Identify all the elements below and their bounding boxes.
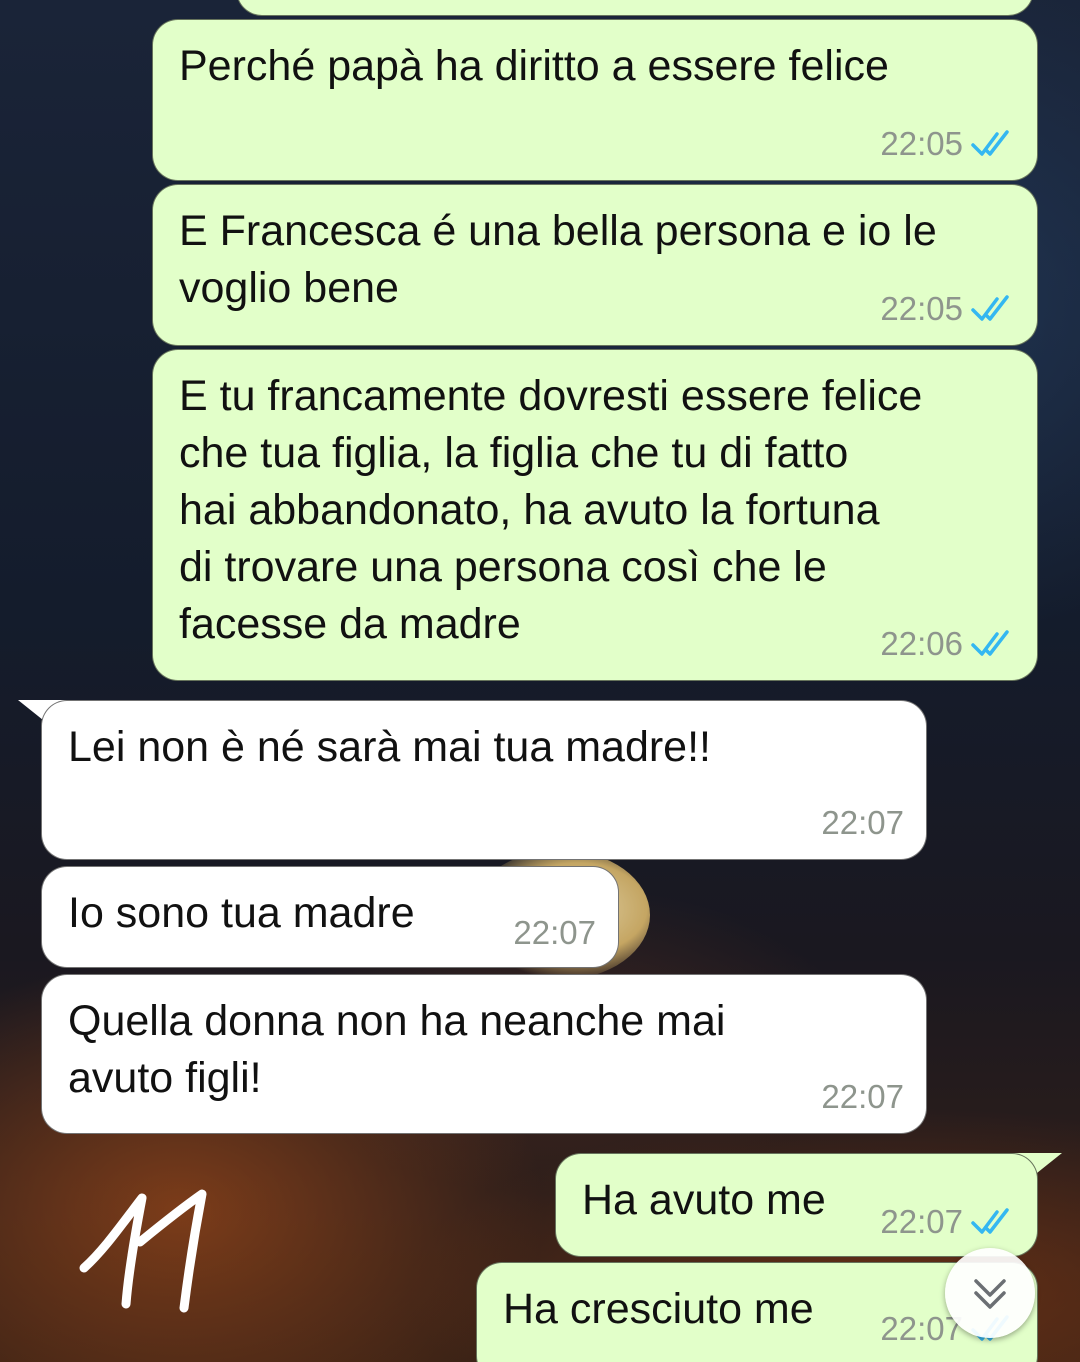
- message-time: 22:05: [880, 125, 963, 162]
- double-chevron-down-icon: [974, 1279, 1006, 1309]
- message-time: 22:07: [821, 1078, 904, 1115]
- message-text: Quella donna non ha neanche mai avuto fi…: [68, 997, 726, 1102]
- message-bubble-outgoing[interactable]: E tu francamente dovresti essere felice …: [152, 349, 1038, 681]
- message-meta: 22:05: [880, 126, 1015, 162]
- message-meta: 22:07: [513, 915, 596, 951]
- handwritten-11-scribble: [79, 1189, 207, 1313]
- message-meta: 22:06: [880, 626, 1015, 662]
- message-text: Perché papà ha diritto a essere felice: [179, 42, 889, 90]
- message-meta: 22:05: [880, 291, 1015, 327]
- message-time: 22:07: [821, 804, 904, 841]
- message-time: 22:06: [880, 625, 963, 662]
- message-time: 22:05: [880, 290, 963, 327]
- message-text: E tu francamente dovresti essere felice …: [179, 372, 923, 648]
- message-meta: 22:07: [821, 805, 904, 841]
- double-check-icon: [971, 1208, 1009, 1234]
- message-bubble-incoming[interactable]: Io sono tua madre 22:07: [41, 866, 619, 968]
- double-check-icon: [971, 295, 1009, 321]
- double-check-icon: [971, 130, 1009, 156]
- message-meta: 22:07: [821, 1079, 904, 1115]
- message-bubble-outgoing[interactable]: Ha avuto me 22:07: [555, 1153, 1038, 1257]
- message-bubble-outgoing[interactable]: E Francesca é una bella persona e io le …: [152, 184, 1038, 346]
- message-meta: 22:07: [880, 1204, 1015, 1240]
- message-bubble-outgoing[interactable]: Perché papà ha diritto a essere felice 2…: [152, 19, 1038, 181]
- message-bubble-incoming[interactable]: Lei non è né sarà mai tua madre!! 22:07: [41, 700, 927, 860]
- message-time: 22:07: [513, 914, 596, 951]
- message-time: 22:07: [880, 1203, 963, 1240]
- scroll-to-bottom-button[interactable]: [945, 1248, 1035, 1338]
- message-bubble-partial[interactable]: [236, 0, 1034, 16]
- double-check-icon: [971, 630, 1009, 656]
- message-text: Lei non è né sarà mai tua madre!!: [68, 723, 711, 771]
- message-bubble-incoming[interactable]: Quella donna non ha neanche mai avuto fi…: [41, 974, 927, 1134]
